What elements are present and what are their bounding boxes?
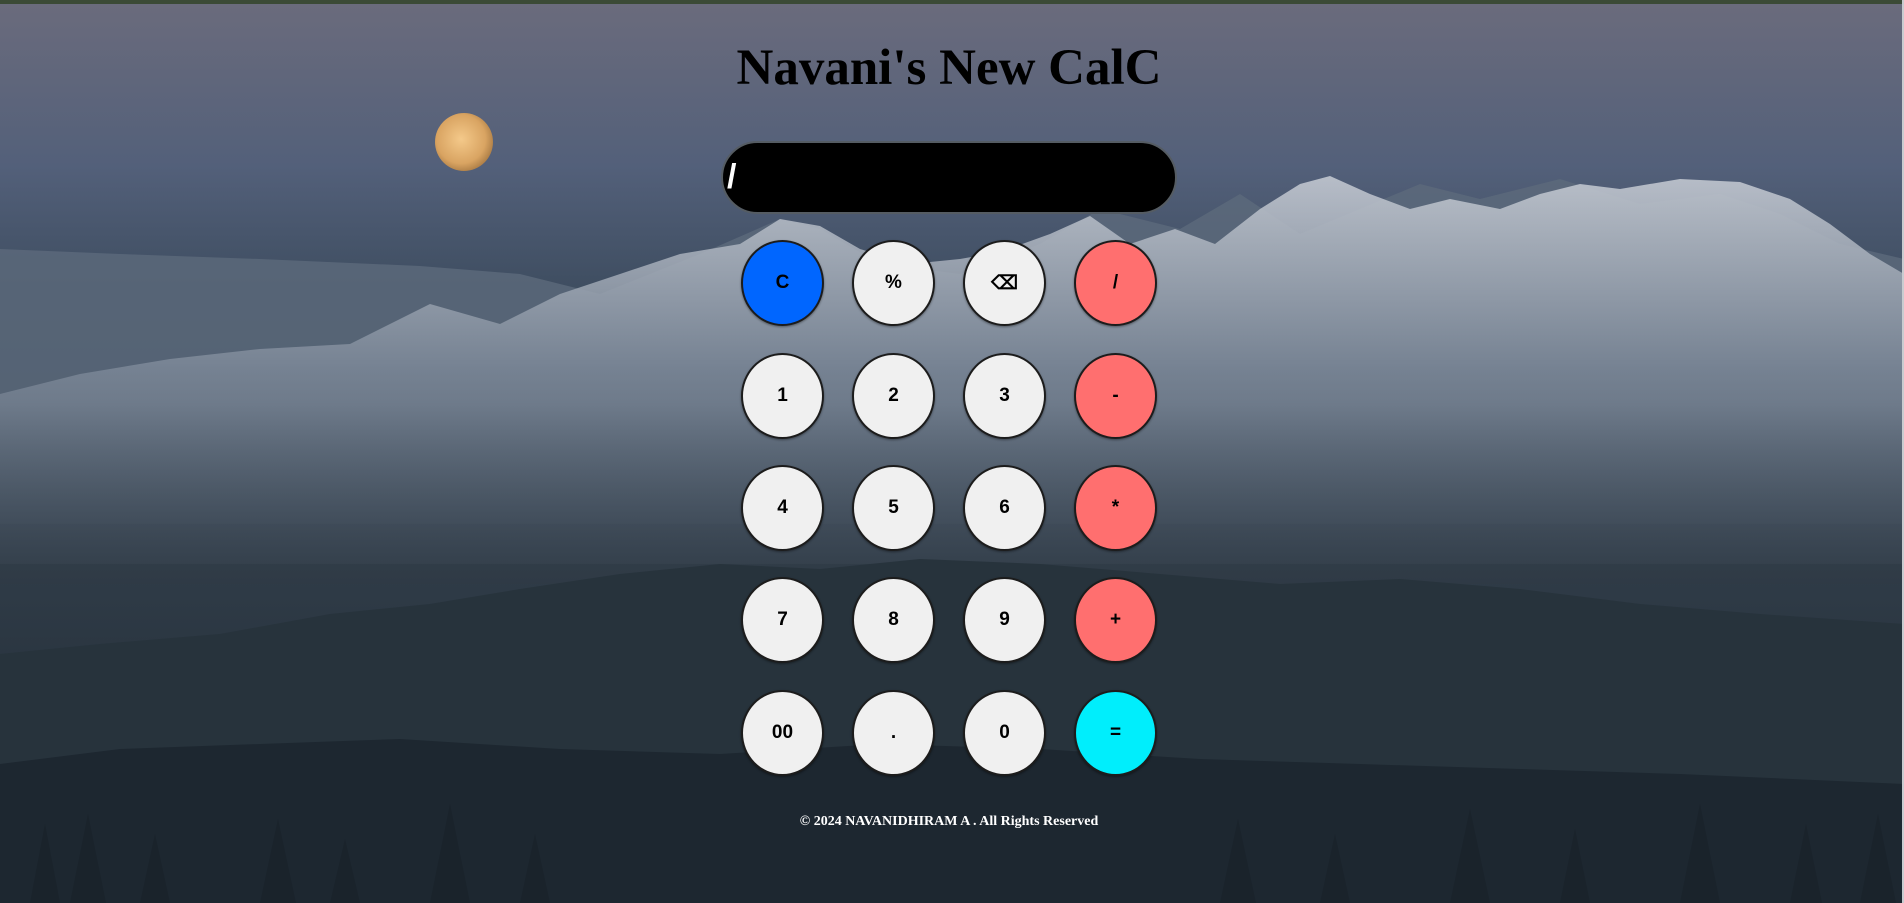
page-title: Navani's New CalC [736, 40, 1162, 96]
digit-3-button[interactable]: 3 [963, 353, 1046, 439]
copyright-footer: © 2024 NAVANIDHIRAM A . All Rights Reser… [799, 814, 1099, 829]
digit-0-button[interactable]: 0 [963, 690, 1046, 776]
digit-5-button[interactable]: 5 [852, 465, 935, 551]
digit-2-button[interactable]: 2 [852, 353, 935, 439]
digit-1-button[interactable]: 1 [741, 353, 824, 439]
minus-button[interactable]: - [1074, 353, 1157, 439]
percent-button[interactable]: % [852, 240, 935, 326]
background-mountain-image [0, 4, 1904, 903]
digit-9-button[interactable]: 9 [963, 577, 1046, 663]
backspace-button[interactable]: ⌫ [963, 240, 1046, 326]
multiply-button[interactable]: * [1074, 465, 1157, 551]
digit-8-button[interactable]: 8 [852, 577, 935, 663]
equals-button[interactable]: = [1074, 690, 1157, 776]
digit-4-button[interactable]: 4 [741, 465, 824, 551]
plus-button[interactable]: + [1074, 577, 1157, 663]
digit-7-button[interactable]: 7 [741, 577, 824, 663]
calculator-display-input[interactable] [721, 141, 1177, 214]
double-zero-button[interactable]: 00 [741, 690, 824, 776]
decimal-point-button[interactable]: . [852, 690, 935, 776]
clear-button[interactable]: C [741, 240, 824, 326]
divide-button[interactable]: / [1074, 240, 1157, 326]
digit-6-button[interactable]: 6 [963, 465, 1046, 551]
